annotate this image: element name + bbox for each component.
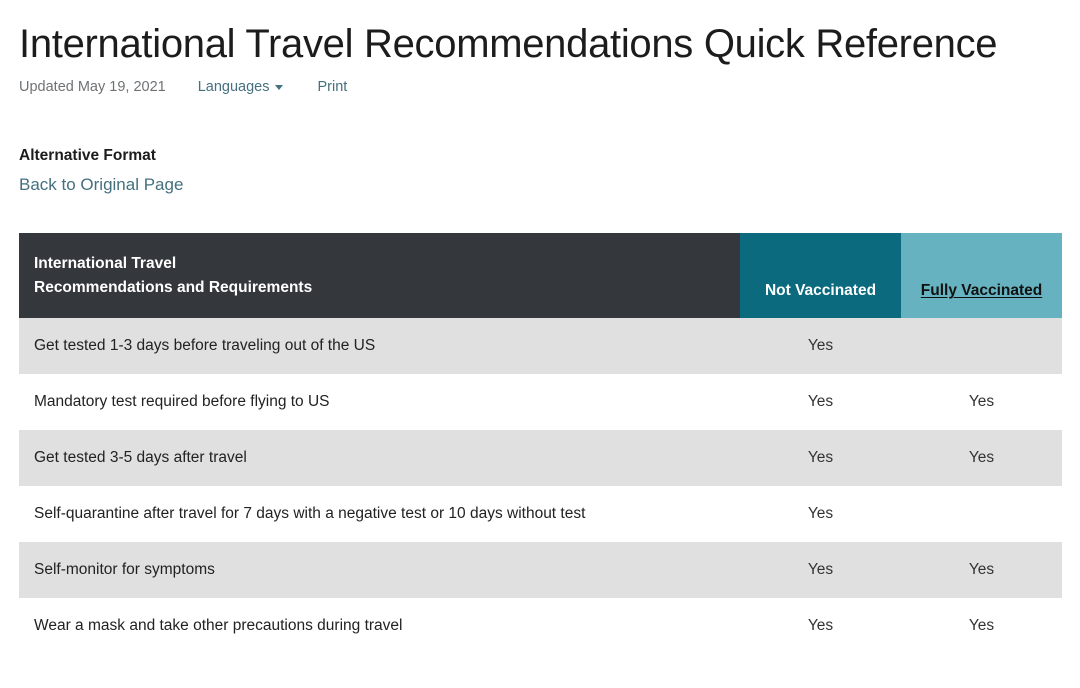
column-header-not-vaccinated: Not Vaccinated bbox=[740, 233, 901, 319]
column-header-fully-vaccinated[interactable]: Fully Vaccinated bbox=[901, 233, 1062, 319]
languages-label: Languages bbox=[197, 79, 270, 95]
back-to-original-page-link[interactable]: Back to Original Page bbox=[19, 175, 183, 195]
recommendations-table-wrapper: International Travel Recommendations and… bbox=[19, 233, 1062, 655]
column-header-description: International Travel Recommendations and… bbox=[19, 233, 740, 319]
row-description: Self-monitor for symptoms bbox=[19, 542, 740, 599]
row-fully-vaccinated-value bbox=[901, 318, 1062, 375]
alternative-format-heading: Alternative Format bbox=[19, 146, 156, 164]
row-not-vaccinated-value: Yes bbox=[740, 598, 901, 655]
row-fully-vaccinated-value: Yes bbox=[901, 374, 1062, 431]
table-row: Mandatory test required before flying to… bbox=[19, 374, 1062, 431]
row-not-vaccinated-value: Yes bbox=[740, 318, 901, 375]
table-row: Self-monitor for symptoms Yes Yes bbox=[19, 542, 1062, 599]
row-fully-vaccinated-value: Yes bbox=[901, 542, 1062, 599]
table-row: Get tested 1-3 days before traveling out… bbox=[19, 318, 1062, 375]
row-not-vaccinated-value: Yes bbox=[740, 374, 901, 431]
print-link[interactable]: Print bbox=[317, 80, 347, 95]
table-row: Get tested 3-5 days after travel Yes Yes bbox=[19, 430, 1062, 487]
page-container: International Travel Recommendations Qui… bbox=[0, 22, 1080, 655]
column-header-description-line2: Recommendations and Requirements bbox=[34, 279, 313, 297]
row-fully-vaccinated-value: Yes bbox=[901, 598, 1062, 655]
page-title: International Travel Recommendations Qui… bbox=[19, 22, 998, 66]
column-header-not-vaccinated-label: Not Vaccinated bbox=[764, 282, 877, 300]
row-not-vaccinated-value: Yes bbox=[740, 430, 901, 487]
row-fully-vaccinated-value: Yes bbox=[901, 430, 1062, 487]
row-description: Wear a mask and take other precautions d… bbox=[19, 598, 740, 655]
table-header-row: International Travel Recommendations and… bbox=[19, 233, 1062, 319]
recommendations-table: International Travel Recommendations and… bbox=[19, 233, 1062, 655]
updated-date: Updated May 19, 2021 bbox=[19, 79, 166, 95]
table-body: Get tested 1-3 days before traveling out… bbox=[19, 318, 1062, 655]
row-not-vaccinated-value: Yes bbox=[740, 486, 901, 543]
row-description: Mandatory test required before flying to… bbox=[19, 374, 740, 431]
page-meta-row: Updated May 19, 2021 Languages Print bbox=[19, 80, 1061, 95]
languages-dropdown[interactable]: Languages bbox=[198, 80, 284, 95]
alternative-format-block: Alternative Format Back to Original Page bbox=[19, 145, 1061, 196]
row-description: Get tested 1-3 days before traveling out… bbox=[19, 318, 740, 375]
row-not-vaccinated-value: Yes bbox=[740, 542, 901, 599]
table-header: International Travel Recommendations and… bbox=[19, 233, 1062, 319]
row-description: Self-quarantine after travel for 7 days … bbox=[19, 486, 740, 543]
row-description: Get tested 3-5 days after travel bbox=[19, 430, 740, 487]
table-row: Self-quarantine after travel for 7 days … bbox=[19, 486, 1062, 543]
column-header-fully-vaccinated-label[interactable]: Fully Vaccinated bbox=[921, 282, 1042, 299]
column-header-description-line1: International Travel bbox=[34, 255, 177, 273]
row-fully-vaccinated-value bbox=[901, 486, 1062, 543]
table-row: Wear a mask and take other precautions d… bbox=[19, 598, 1062, 655]
chevron-down-icon bbox=[275, 84, 284, 90]
